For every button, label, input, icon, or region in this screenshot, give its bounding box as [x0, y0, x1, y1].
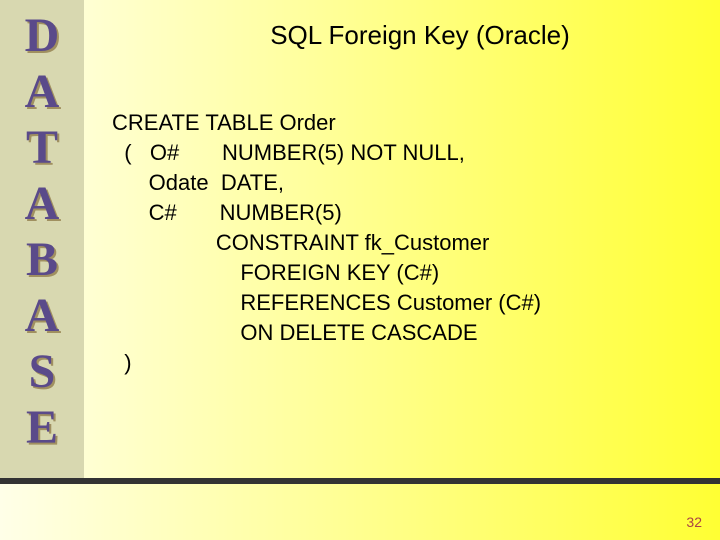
- code-line: CREATE TABLE Order: [112, 110, 336, 135]
- code-line: ): [112, 350, 132, 375]
- code-line: FOREIGN KEY (C#): [112, 260, 439, 285]
- code-line: ( O# NUMBER(5) NOT NULL,: [112, 140, 465, 165]
- code-line: C# NUMBER(5): [112, 200, 342, 225]
- sidebar-letter: A: [25, 176, 60, 232]
- code-line: REFERENCES Customer (C#): [112, 290, 541, 315]
- sidebar-letter: A: [25, 64, 60, 120]
- code-line: ON DELETE CASCADE: [112, 320, 478, 345]
- sidebar-letter: T: [26, 120, 58, 176]
- code-line: CONSTRAINT fk_Customer: [112, 230, 489, 255]
- slide: D A T A B A S E SQL Foreign Key (Oracle)…: [0, 0, 720, 540]
- sidebar-letter: B: [26, 232, 58, 288]
- divider-line: [0, 478, 720, 484]
- slide-title: SQL Foreign Key (Oracle): [160, 20, 680, 51]
- sidebar-database-letters: D A T A B A S E: [0, 0, 84, 478]
- sql-code-block: CREATE TABLE Order ( O# NUMBER(5) NOT NU…: [112, 108, 541, 378]
- sidebar-letter: D: [25, 8, 60, 64]
- code-line: Odate DATE,: [112, 170, 284, 195]
- sidebar-letter: E: [26, 400, 58, 456]
- sidebar-letter: S: [29, 344, 56, 400]
- sidebar-letter: A: [25, 288, 60, 344]
- page-number: 32: [686, 514, 702, 530]
